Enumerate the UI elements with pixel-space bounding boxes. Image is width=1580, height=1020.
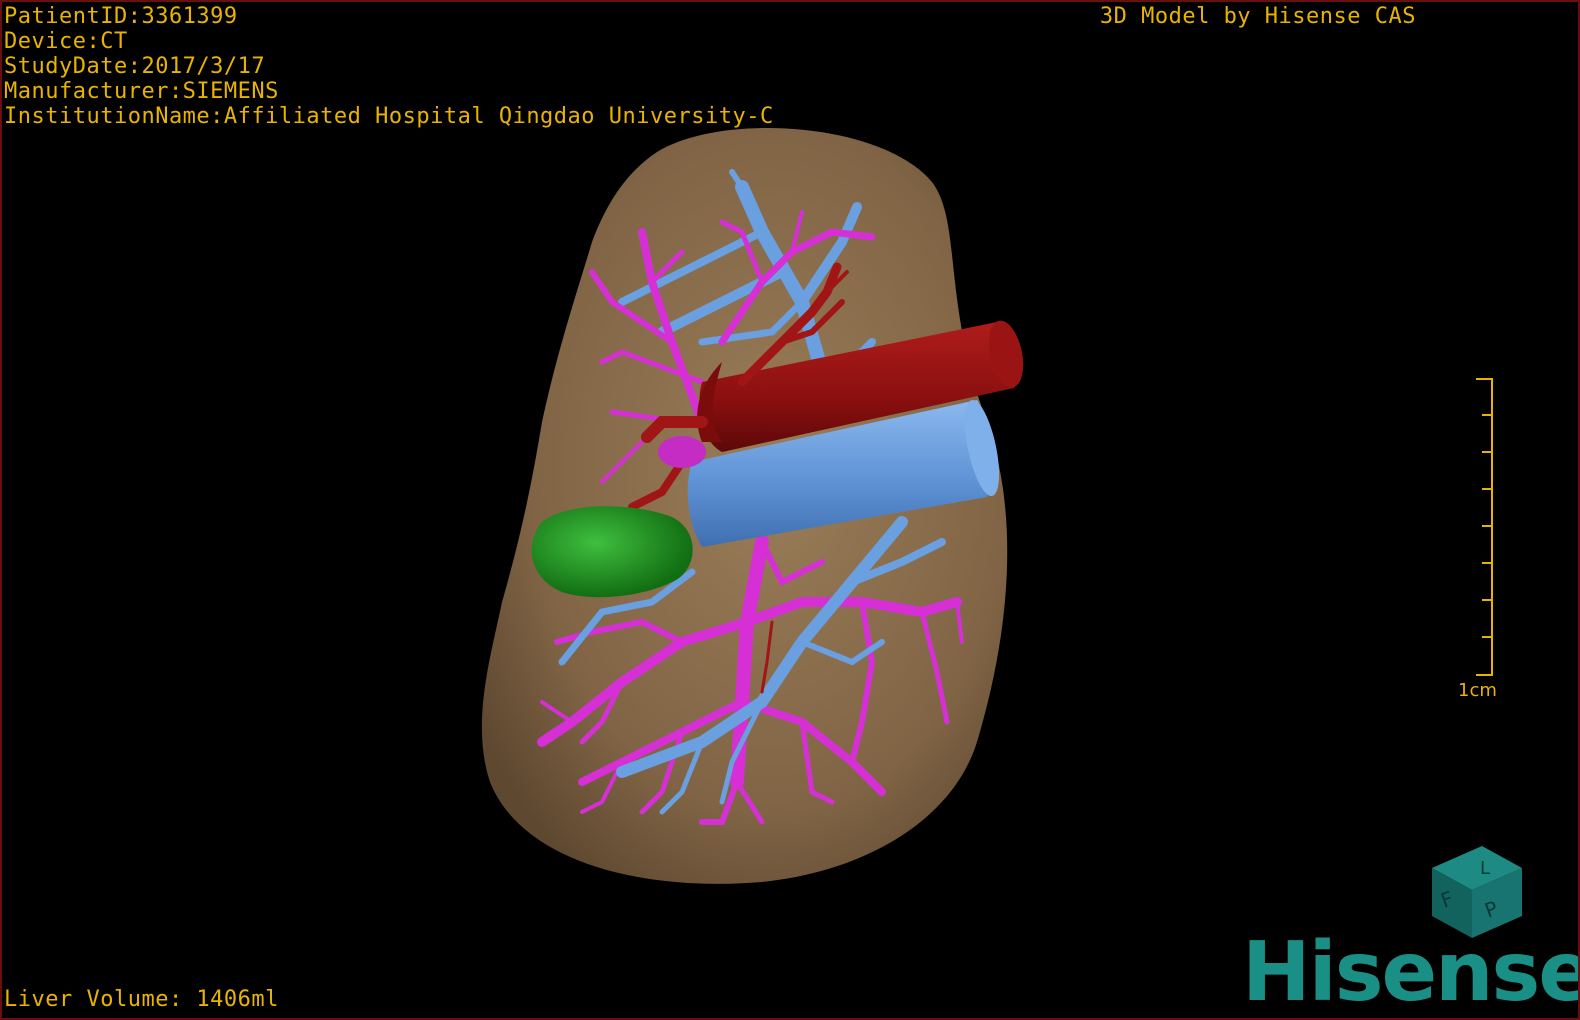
patient-info-panel: PatientID:3361399 Device:CT StudyDate:20… — [4, 4, 774, 129]
portal-confluence — [658, 436, 706, 468]
scale-bar — [1476, 378, 1493, 676]
institution-text: InstitutionName:Affiliated Hospital Qing… — [4, 104, 774, 129]
lesion-mass — [531, 506, 693, 598]
liver-volume-text: Liver Volume: 1406ml — [4, 987, 279, 1012]
hisense-logo: Hisense — [1242, 925, 1580, 1020]
manufacturer-text: Manufacturer:SIEMENS — [4, 79, 279, 104]
study-date-text: StudyDate:2017/3/17 — [4, 54, 266, 79]
device-text: Device:CT — [4, 29, 128, 54]
model-credit-text: 3D Model by Hisense CAS — [1099, 4, 1416, 29]
patient-id-text: PatientID:3361399 — [4, 4, 238, 29]
3d-render-viewport[interactable]: PatientID:3361399 Device:CT StudyDate:20… — [0, 0, 1580, 1020]
scale-bar-label: 1cm — [1458, 680, 1497, 701]
liver-3d-model[interactable] — [2, 2, 1580, 1020]
cube-face-l: L — [1480, 858, 1490, 879]
